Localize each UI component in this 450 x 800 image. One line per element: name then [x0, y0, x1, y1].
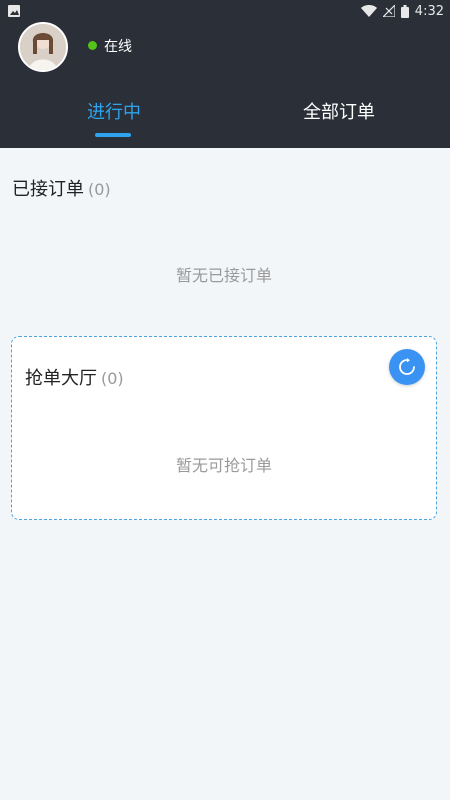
- grab-hall-title: 抢单大厅 (0): [25, 364, 124, 390]
- image-notification-icon: [8, 5, 20, 17]
- active-tab-indicator: [95, 133, 131, 137]
- status-icons: 4:32: [360, 2, 444, 20]
- status-time: 4:32: [414, 3, 444, 19]
- avatar-image: [20, 24, 66, 70]
- grab-hall-label: 抢单大厅: [25, 368, 97, 389]
- online-status-text: 在线: [104, 39, 132, 55]
- accepted-orders-title: 已接订单 (0): [12, 175, 111, 201]
- refresh-button[interactable]: [389, 349, 425, 385]
- accepted-orders-count: (0): [88, 180, 111, 199]
- avatar[interactable]: [18, 22, 68, 72]
- grab-hall-empty-text: 暂无可抢订单: [176, 456, 273, 475]
- refresh-icon: [399, 358, 415, 375]
- status-bar: 4:32: [0, 0, 450, 22]
- battery-icon: [400, 4, 409, 18]
- accepted-orders-empty-text: 暂无已接订单: [176, 266, 273, 285]
- grab-order-hall-card: 抢单大厅 (0) 暂无可抢订单: [11, 336, 437, 520]
- header: 在线 进行中 全部订单: [0, 22, 450, 148]
- accepted-orders-label: 已接订单: [12, 179, 84, 200]
- signal-off-icon: [382, 5, 395, 17]
- wifi-icon: [360, 5, 377, 17]
- grab-hall-count: (0): [101, 369, 124, 388]
- online-status-dot: [88, 41, 97, 50]
- tab-in-progress[interactable]: 进行中: [87, 98, 141, 124]
- tab-all-orders[interactable]: 全部订单: [303, 98, 375, 124]
